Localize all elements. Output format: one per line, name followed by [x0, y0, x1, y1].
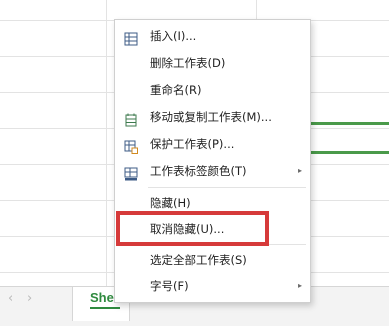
- sheet-context-menu: 插入(I)... 删除工作表(D) 重命名(R) 移动或复制工作表(M)...: [114, 19, 311, 303]
- submenu-arrow-icon: ▸: [297, 281, 302, 290]
- menu-item-label: 选定全部工作表(S): [150, 253, 247, 267]
- menu-item-insert[interactable]: 插入(I)...: [115, 23, 310, 49]
- active-tab-indicator: [90, 307, 120, 309]
- menu-item-delete-sheet[interactable]: 删除工作表(D): [115, 50, 310, 76]
- menu-separator: [148, 187, 306, 188]
- highlight-annotation-box: [116, 211, 269, 246]
- menu-item-label: 移动或复制工作表(M)...: [150, 110, 272, 124]
- menu-item-rename[interactable]: 重命名(R): [115, 77, 310, 103]
- menu-item-font-size[interactable]: 字号(F) ▸: [115, 273, 310, 299]
- menu-item-label: 保护工作表(P)...: [150, 137, 235, 151]
- menu-item-move-copy[interactable]: 移动或复制工作表(M)...: [115, 104, 310, 130]
- menu-item-label: 重命名(R): [150, 83, 202, 97]
- protect-sheet-icon: [124, 137, 138, 154]
- next-sheet-icon[interactable]: ›: [27, 291, 32, 307]
- menu-item-label: 工作表标签颜色(T): [150, 164, 247, 178]
- menu-item-label: 删除工作表(D): [150, 56, 226, 70]
- menu-item-protect-sheet[interactable]: 保护工作表(P)...: [115, 131, 310, 157]
- menu-item-tab-color[interactable]: 工作表标签颜色(T) ▸: [115, 158, 310, 184]
- tab-color-icon: [124, 164, 138, 181]
- move-copy-sheet-icon: [124, 110, 138, 127]
- menu-item-label: 插入(I)...: [150, 29, 197, 43]
- menu-item-select-all-sheets[interactable]: 选定全部工作表(S): [115, 247, 310, 273]
- chart-series-line: [311, 122, 389, 125]
- insert-table-icon: [124, 29, 138, 46]
- grid-column-line: [106, 0, 107, 286]
- previous-sheet-icon[interactable]: ‹: [8, 291, 13, 307]
- submenu-arrow-icon: ▸: [297, 166, 302, 175]
- menu-item-label: 字号(F): [150, 279, 189, 293]
- chart-series-line: [311, 151, 389, 154]
